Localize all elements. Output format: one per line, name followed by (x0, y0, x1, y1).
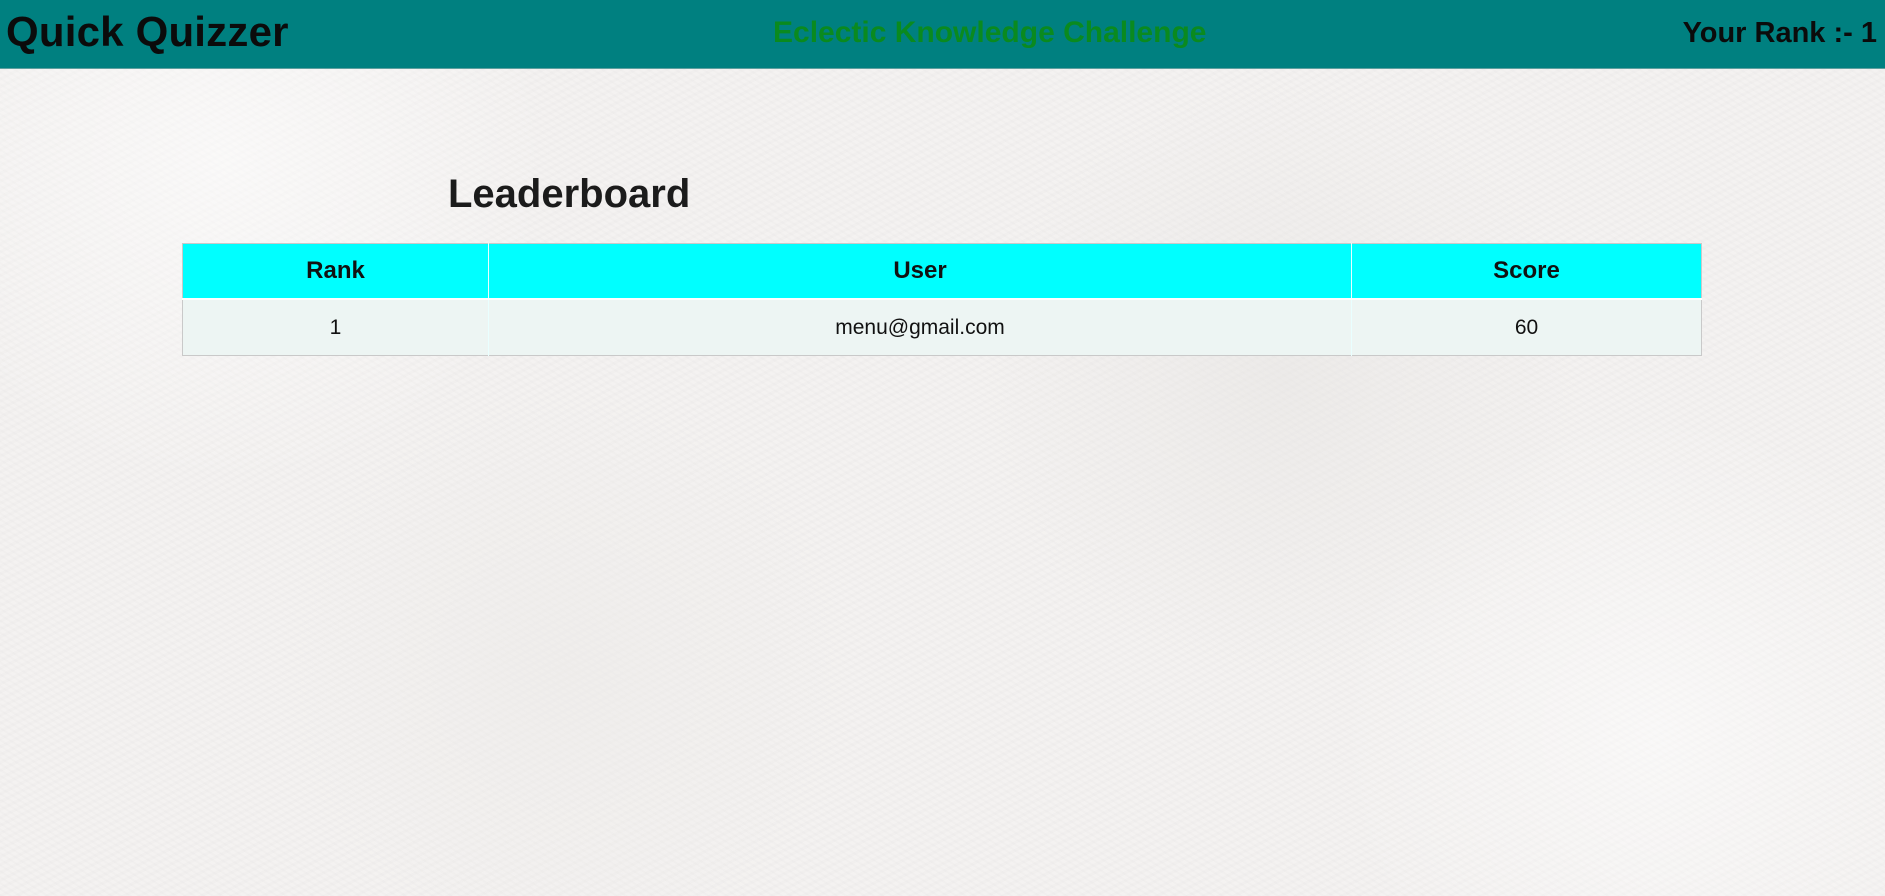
top-navigation-bar: Quick Quizzer Eclectic Knowledge Challen… (0, 0, 1885, 69)
user-rank-indicator: Your Rank :- 1 (1682, 17, 1877, 49)
rank-column-header: Rank (182, 243, 489, 299)
leaderboard-table-body: 1 menu@gmail.com 60 (182, 298, 1702, 356)
rank-cell: 1 (182, 298, 489, 356)
user-email-cell: menu@gmail.com (488, 298, 1352, 356)
leaderboard-header-row: Rank User Score (182, 243, 1702, 299)
leaderboard-title: Leaderboard (448, 172, 691, 216)
score-column-header: Score (1351, 243, 1702, 299)
quiz-title: Eclectic Knowledge Challenge (773, 16, 1207, 49)
leaderboard-row: 1 menu@gmail.com 60 (182, 298, 1702, 356)
score-cell: 60 (1351, 298, 1702, 356)
app-brand: Quick Quizzer (6, 8, 289, 55)
user-column-header: User (488, 243, 1352, 299)
leaderboard-table-header: Rank User Score (182, 243, 1702, 299)
leaderboard-table: Rank User Score 1 menu@gmail.com 60 (182, 243, 1702, 356)
